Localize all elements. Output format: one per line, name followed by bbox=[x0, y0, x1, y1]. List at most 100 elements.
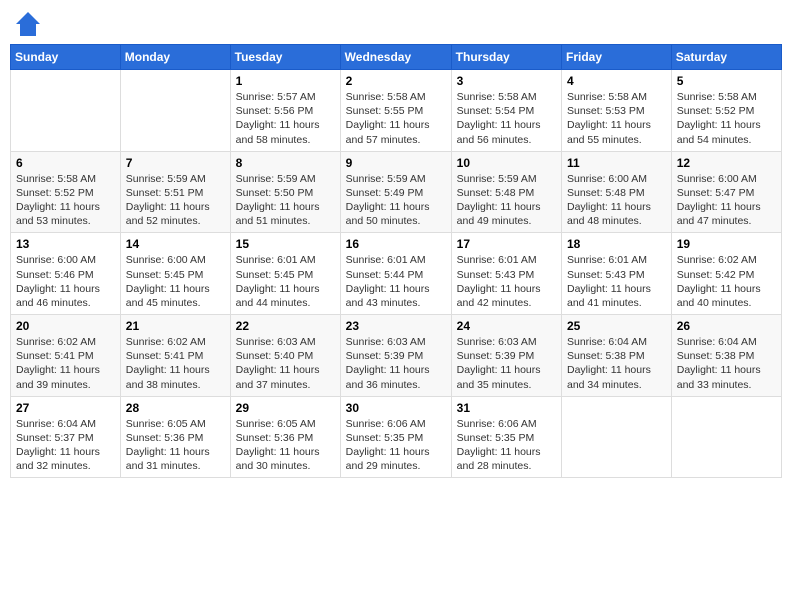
calendar-cell: 9 Sunrise: 5:59 AM Sunset: 5:49 PM Daylig… bbox=[340, 151, 451, 233]
day-number: 21 bbox=[126, 319, 225, 333]
day-info: Sunrise: 6:01 AM Sunset: 5:43 PM Dayligh… bbox=[567, 253, 666, 310]
day-info: Sunrise: 6:04 AM Sunset: 5:37 PM Dayligh… bbox=[16, 417, 115, 474]
calendar-cell: 24 Sunrise: 6:03 AM Sunset: 5:39 PM Dayli… bbox=[451, 315, 561, 397]
calendar: SundayMondayTuesdayWednesdayThursdayFrid… bbox=[10, 44, 782, 478]
day-info: Sunrise: 6:02 AM Sunset: 5:41 PM Dayligh… bbox=[126, 335, 225, 392]
calendar-cell: 3 Sunrise: 5:58 AM Sunset: 5:54 PM Daylig… bbox=[451, 70, 561, 152]
day-number: 6 bbox=[16, 156, 115, 170]
day-number: 3 bbox=[457, 74, 556, 88]
day-number: 30 bbox=[346, 401, 446, 415]
day-number: 8 bbox=[236, 156, 335, 170]
calendar-cell bbox=[11, 70, 121, 152]
day-info: Sunrise: 6:00 AM Sunset: 5:46 PM Dayligh… bbox=[16, 253, 115, 310]
page-header bbox=[10, 10, 782, 38]
day-info: Sunrise: 6:01 AM Sunset: 5:45 PM Dayligh… bbox=[236, 253, 335, 310]
header-saturday: Saturday bbox=[671, 45, 781, 70]
day-info: Sunrise: 6:05 AM Sunset: 5:36 PM Dayligh… bbox=[126, 417, 225, 474]
calendar-cell: 23 Sunrise: 6:03 AM Sunset: 5:39 PM Dayli… bbox=[340, 315, 451, 397]
week-row-4: 27 Sunrise: 6:04 AM Sunset: 5:37 PM Dayli… bbox=[11, 396, 782, 478]
header-wednesday: Wednesday bbox=[340, 45, 451, 70]
day-number: 20 bbox=[16, 319, 115, 333]
day-info: Sunrise: 5:58 AM Sunset: 5:53 PM Dayligh… bbox=[567, 90, 666, 147]
calendar-cell: 5 Sunrise: 5:58 AM Sunset: 5:52 PM Daylig… bbox=[671, 70, 781, 152]
header-row: SundayMondayTuesdayWednesdayThursdayFrid… bbox=[11, 45, 782, 70]
calendar-cell bbox=[562, 396, 672, 478]
day-info: Sunrise: 5:58 AM Sunset: 5:52 PM Dayligh… bbox=[677, 90, 776, 147]
calendar-cell: 14 Sunrise: 6:00 AM Sunset: 5:45 PM Dayli… bbox=[120, 233, 230, 315]
day-number: 18 bbox=[567, 237, 666, 251]
day-number: 28 bbox=[126, 401, 225, 415]
calendar-cell: 4 Sunrise: 5:58 AM Sunset: 5:53 PM Daylig… bbox=[562, 70, 672, 152]
calendar-cell: 12Sunrise: 6:00 AM Sunset: 5:47 PM Dayli… bbox=[671, 151, 781, 233]
day-number: 2 bbox=[346, 74, 446, 88]
calendar-cell: 2 Sunrise: 5:58 AM Sunset: 5:55 PM Daylig… bbox=[340, 70, 451, 152]
day-info: Sunrise: 6:02 AM Sunset: 5:41 PM Dayligh… bbox=[16, 335, 115, 392]
header-monday: Monday bbox=[120, 45, 230, 70]
calendar-cell: 20 Sunrise: 6:02 AM Sunset: 5:41 PM Dayli… bbox=[11, 315, 121, 397]
day-info: Sunrise: 5:58 AM Sunset: 5:55 PM Dayligh… bbox=[346, 90, 446, 147]
day-number: 13 bbox=[16, 237, 115, 251]
calendar-cell: 17 Sunrise: 6:01 AM Sunset: 5:43 PM Dayli… bbox=[451, 233, 561, 315]
day-info: Sunrise: 6:04 AM Sunset: 5:38 PM Dayligh… bbox=[567, 335, 666, 392]
calendar-cell: 26 Sunrise: 6:04 AM Sunset: 5:38 PM Dayli… bbox=[671, 315, 781, 397]
day-info: Sunrise: 6:06 AM Sunset: 5:35 PM Dayligh… bbox=[457, 417, 556, 474]
day-info: Sunrise: 5:59 AM Sunset: 5:48 PM Dayligh… bbox=[457, 172, 556, 229]
week-row-0: 1 Sunrise: 5:57 AM Sunset: 5:56 PM Daylig… bbox=[11, 70, 782, 152]
header-sunday: Sunday bbox=[11, 45, 121, 70]
day-info: Sunrise: 6:06 AM Sunset: 5:35 PM Dayligh… bbox=[346, 417, 446, 474]
day-number: 16 bbox=[346, 237, 446, 251]
day-info: Sunrise: 6:05 AM Sunset: 5:36 PM Dayligh… bbox=[236, 417, 335, 474]
day-info: Sunrise: 5:59 AM Sunset: 5:49 PM Dayligh… bbox=[346, 172, 446, 229]
day-number: 1 bbox=[236, 74, 335, 88]
day-number: 12 bbox=[677, 156, 776, 170]
day-number: 15 bbox=[236, 237, 335, 251]
day-info: Sunrise: 6:01 AM Sunset: 5:44 PM Dayligh… bbox=[346, 253, 446, 310]
day-info: Sunrise: 5:58 AM Sunset: 5:54 PM Dayligh… bbox=[457, 90, 556, 147]
logo bbox=[14, 10, 46, 38]
day-number: 7 bbox=[126, 156, 225, 170]
calendar-cell: 1 Sunrise: 5:57 AM Sunset: 5:56 PM Daylig… bbox=[230, 70, 340, 152]
calendar-cell: 18 Sunrise: 6:01 AM Sunset: 5:43 PM Dayli… bbox=[562, 233, 672, 315]
day-info: Sunrise: 5:59 AM Sunset: 5:51 PM Dayligh… bbox=[126, 172, 225, 229]
day-info: Sunrise: 6:02 AM Sunset: 5:42 PM Dayligh… bbox=[677, 253, 776, 310]
day-info: Sunrise: 6:03 AM Sunset: 5:39 PM Dayligh… bbox=[346, 335, 446, 392]
calendar-cell: 15 Sunrise: 6:01 AM Sunset: 5:45 PM Dayli… bbox=[230, 233, 340, 315]
day-number: 26 bbox=[677, 319, 776, 333]
day-number: 23 bbox=[346, 319, 446, 333]
day-number: 14 bbox=[126, 237, 225, 251]
day-info: Sunrise: 6:00 AM Sunset: 5:48 PM Dayligh… bbox=[567, 172, 666, 229]
day-number: 24 bbox=[457, 319, 556, 333]
week-row-3: 20 Sunrise: 6:02 AM Sunset: 5:41 PM Dayli… bbox=[11, 315, 782, 397]
calendar-cell bbox=[671, 396, 781, 478]
day-number: 31 bbox=[457, 401, 556, 415]
day-info: Sunrise: 6:03 AM Sunset: 5:39 PM Dayligh… bbox=[457, 335, 556, 392]
calendar-cell: 31 Sunrise: 6:06 AM Sunset: 5:35 PM Dayli… bbox=[451, 396, 561, 478]
calendar-cell: 19Sunrise: 6:02 AM Sunset: 5:42 PM Dayli… bbox=[671, 233, 781, 315]
header-tuesday: Tuesday bbox=[230, 45, 340, 70]
day-number: 10 bbox=[457, 156, 556, 170]
header-friday: Friday bbox=[562, 45, 672, 70]
day-number: 4 bbox=[567, 74, 666, 88]
calendar-cell: 21 Sunrise: 6:02 AM Sunset: 5:41 PM Dayli… bbox=[120, 315, 230, 397]
day-info: Sunrise: 6:01 AM Sunset: 5:43 PM Dayligh… bbox=[457, 253, 556, 310]
week-row-2: 13 Sunrise: 6:00 AM Sunset: 5:46 PM Dayli… bbox=[11, 233, 782, 315]
calendar-cell: 29 Sunrise: 6:05 AM Sunset: 5:36 PM Dayli… bbox=[230, 396, 340, 478]
week-row-1: 6Sunrise: 5:58 AM Sunset: 5:52 PM Daylig… bbox=[11, 151, 782, 233]
day-number: 9 bbox=[346, 156, 446, 170]
calendar-cell: 11Sunrise: 6:00 AM Sunset: 5:48 PM Dayli… bbox=[562, 151, 672, 233]
calendar-cell: 28 Sunrise: 6:05 AM Sunset: 5:36 PM Dayli… bbox=[120, 396, 230, 478]
day-info: Sunrise: 5:57 AM Sunset: 5:56 PM Dayligh… bbox=[236, 90, 335, 147]
day-info: Sunrise: 5:59 AM Sunset: 5:50 PM Dayligh… bbox=[236, 172, 335, 229]
calendar-cell: 25Sunrise: 6:04 AM Sunset: 5:38 PM Dayli… bbox=[562, 315, 672, 397]
day-info: Sunrise: 6:04 AM Sunset: 5:38 PM Dayligh… bbox=[677, 335, 776, 392]
day-number: 5 bbox=[677, 74, 776, 88]
day-info: Sunrise: 6:03 AM Sunset: 5:40 PM Dayligh… bbox=[236, 335, 335, 392]
day-info: Sunrise: 6:00 AM Sunset: 5:45 PM Dayligh… bbox=[126, 253, 225, 310]
logo-icon bbox=[14, 10, 42, 38]
day-number: 27 bbox=[16, 401, 115, 415]
calendar-cell: 16 Sunrise: 6:01 AM Sunset: 5:44 PM Dayli… bbox=[340, 233, 451, 315]
day-number: 17 bbox=[457, 237, 556, 251]
header-thursday: Thursday bbox=[451, 45, 561, 70]
calendar-cell: 7 Sunrise: 5:59 AM Sunset: 5:51 PM Daylig… bbox=[120, 151, 230, 233]
day-number: 29 bbox=[236, 401, 335, 415]
